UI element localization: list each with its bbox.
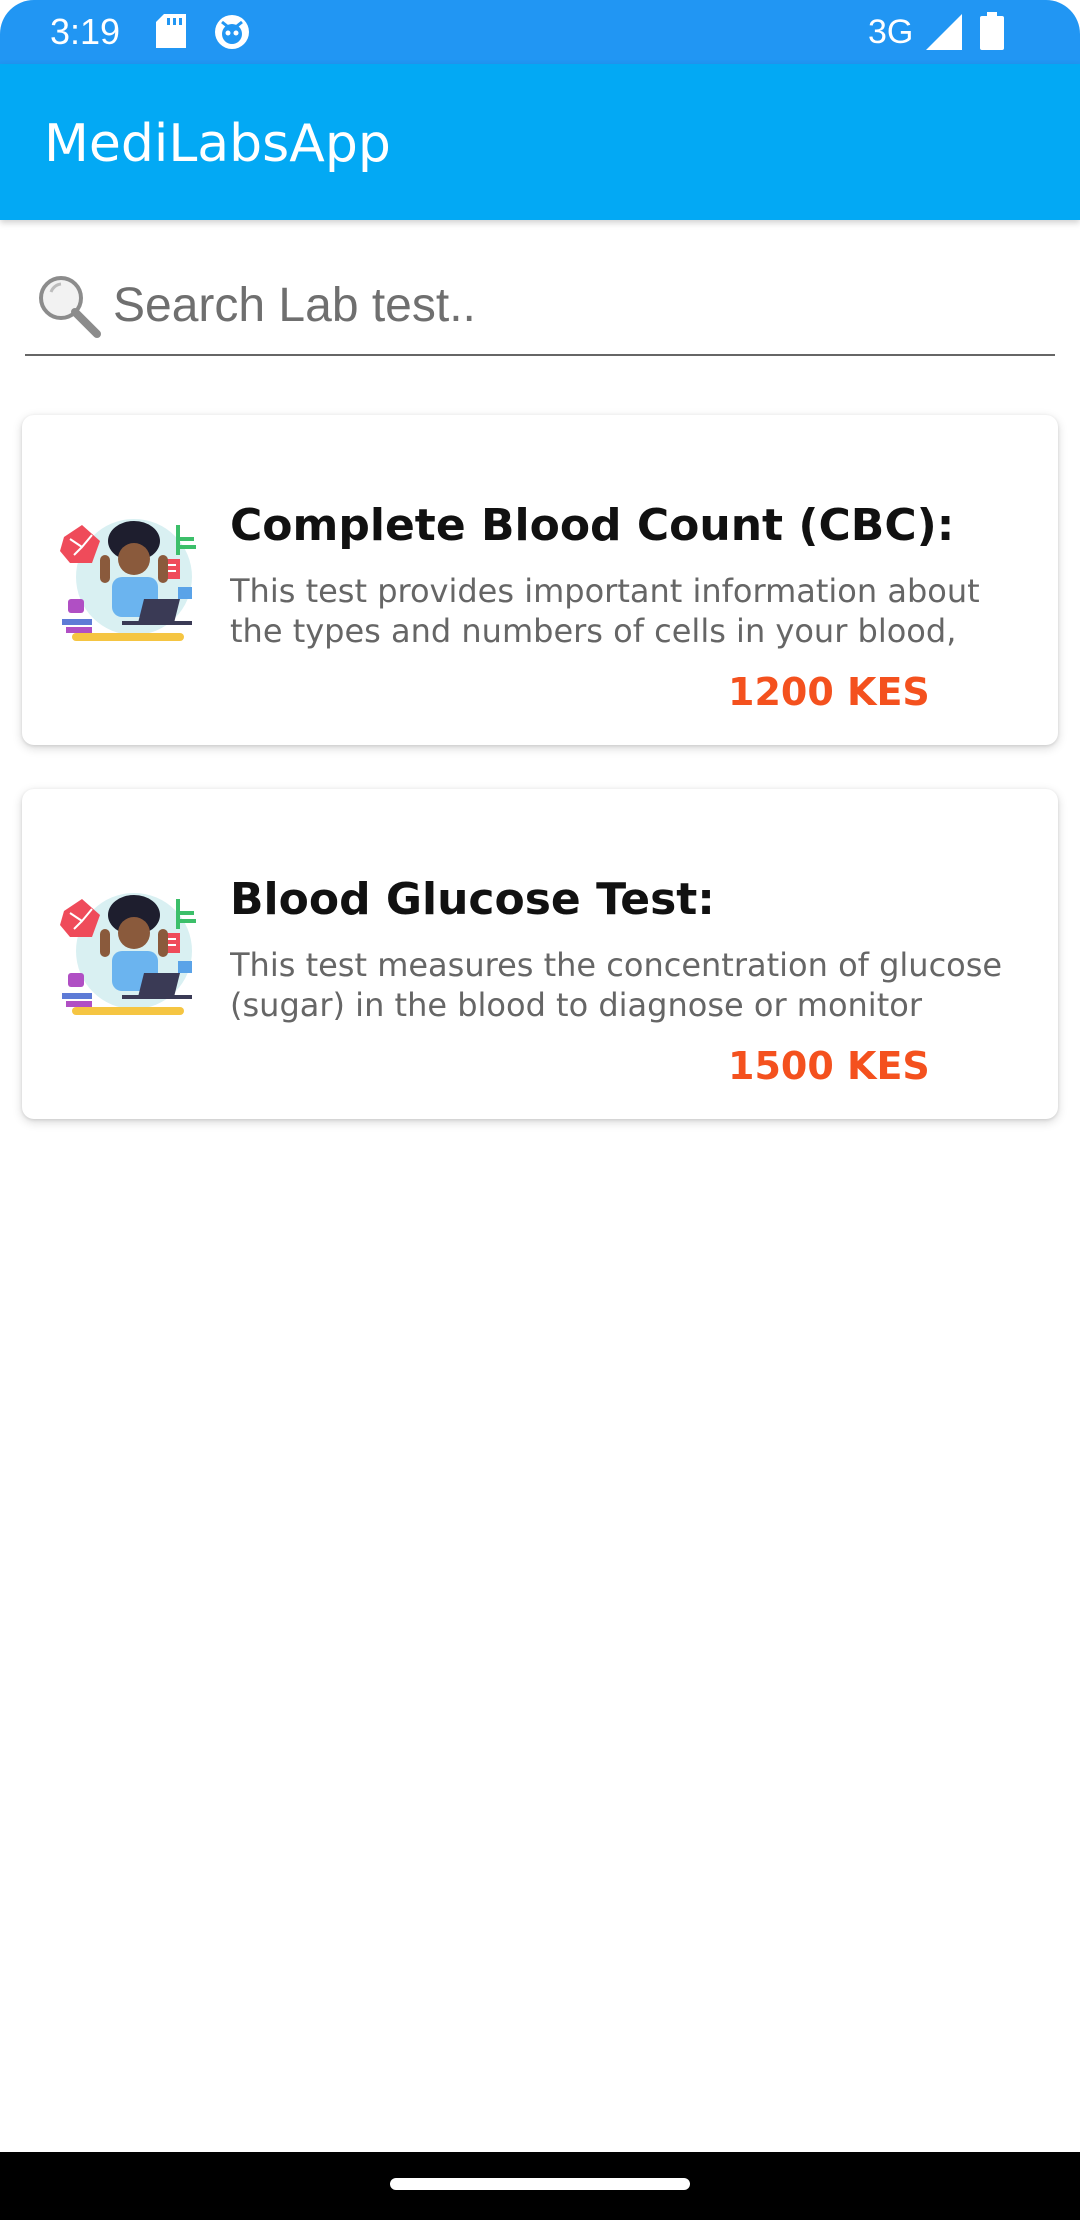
lab-test-card[interactable]: Blood Glucose Test: This test measures t… (22, 789, 1058, 1119)
lab-test-title: Blood Glucose Test: (230, 874, 715, 925)
lab-test-card[interactable]: Complete Blood Count (CBC): This test pr… (22, 415, 1058, 745)
signal-icon (926, 14, 962, 55)
status-bar: 3:19 3G (0, 0, 1080, 64)
search-input[interactable] (113, 270, 1033, 340)
search-icon (35, 272, 103, 340)
lab-test-description: This test measures the concentration of … (230, 946, 1003, 1024)
lab-test-description: This test provides important information… (230, 572, 980, 650)
navigation-bar (0, 2152, 1080, 2220)
lab-test-price: 1500 KES (728, 1044, 930, 1088)
home-indicator[interactable] (390, 2178, 690, 2190)
lab-test-price: 1200 KES (728, 670, 930, 714)
battery-icon (980, 12, 1004, 55)
stressed-person-illustration-icon (52, 515, 202, 645)
network-type: 3G (868, 13, 914, 51)
app-bar: MediLabsApp (0, 64, 1080, 220)
stressed-person-illustration-icon (52, 889, 202, 1019)
status-time: 3:19 (50, 11, 121, 52)
lab-test-title: Complete Blood Count (CBC): (230, 500, 955, 551)
sd-card-icon (156, 14, 186, 53)
app-title: MediLabsApp (44, 114, 391, 174)
search-bar[interactable] (25, 262, 1055, 356)
notification-face-icon (214, 14, 250, 55)
